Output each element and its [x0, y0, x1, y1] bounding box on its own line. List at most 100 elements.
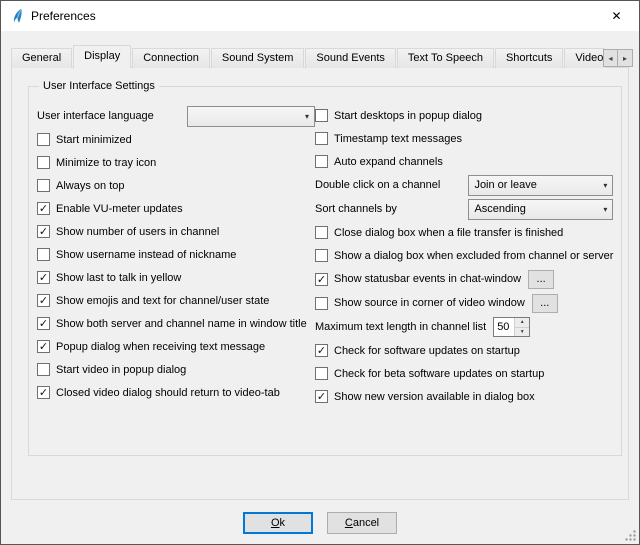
right-bottom-checkbox-list: ✓ Check for software updates on startup Ch… [315, 339, 613, 408]
right-mid-checkbox-list: Close dialog box when a file transfer is… [315, 221, 613, 267]
tab-scroll-right-button[interactable]: ▸ [618, 49, 633, 67]
tab-video[interactable]: Video [564, 48, 605, 68]
checkbox-label: Show a dialog box when excluded from cha… [334, 250, 613, 262]
statusbar-events-row: ✓ Show statusbar events in chat-window .… [315, 267, 613, 291]
close-button[interactable]: ✕ [594, 1, 639, 31]
checkbox-row-start-desktops-in-popup-dialog[interactable]: Start desktops in popup dialog [315, 104, 613, 127]
checked-checkbox[interactable]: ✓ [37, 225, 50, 238]
checkbox-row-check-for-beta-software-updates-on-startup[interactable]: Check for beta software updates on start… [315, 362, 613, 385]
user-interface-settings-group: User Interface Settings User interface l… [28, 80, 622, 456]
video-source-row: Show source in corner of video window ..… [315, 291, 613, 315]
tab-bar: GeneralDisplayConnectionSound SystemSoun… [11, 45, 605, 68]
chevron-down-icon: ▾ [305, 112, 309, 121]
checkbox-row-popup-dialog-when-receiving-text-message[interactable]: ✓Popup dialog when receiving text messag… [37, 335, 315, 358]
checkbox-row-show-username-instead-of-nickname[interactable]: Show username instead of nickname [37, 243, 315, 266]
checkbox-row-show-emojis-and-text-for-channel-user-state[interactable]: ✓Show emojis and text for channel/user s… [37, 289, 315, 312]
double-click-select[interactable]: Join or leave ▾ [468, 175, 613, 196]
checkbox-label: Close dialog box when a file transfer is… [334, 227, 563, 239]
sort-channels-select[interactable]: Ascending ▾ [468, 199, 613, 220]
app-icon [9, 8, 25, 24]
tab-display[interactable]: Display [73, 45, 131, 68]
unchecked-checkbox[interactable] [315, 132, 328, 145]
checkbox-row-minimize-to-tray-icon[interactable]: Minimize to tray icon [37, 151, 315, 174]
tab-shortcuts[interactable]: Shortcuts [495, 48, 563, 68]
display-tab-page: User Interface Settings User interface l… [11, 67, 629, 500]
tab-scroll-control: ◂ ▸ [603, 49, 633, 67]
cancel-button[interactable]: Cancel [327, 512, 397, 534]
double-click-row: Double click on a channel Join or leave … [315, 173, 613, 197]
checked-checkbox[interactable]: ✓ [37, 340, 50, 353]
checked-checkbox[interactable]: ✓ [37, 386, 50, 399]
window-title: Preferences [31, 9, 96, 23]
checkbox-row-show-last-to-talk-in-yellow[interactable]: ✓ Show last to talk in yellow [37, 266, 315, 289]
checked-checkbox[interactable]: ✓ [37, 294, 50, 307]
language-label: User interface language [37, 110, 187, 122]
tab-connection[interactable]: Connection [132, 48, 210, 68]
statusbar-events-label: Show statusbar events in chat-window [334, 273, 521, 285]
checkbox-row-auto-expand-channels[interactable]: Auto expand channels [315, 150, 613, 173]
unchecked-checkbox[interactable] [37, 248, 50, 261]
checked-checkbox[interactable]: ✓ [315, 390, 328, 403]
tab-sound-events[interactable]: Sound Events [305, 48, 396, 68]
video-source-config-button[interactable]: ... [532, 294, 558, 313]
tab-text-to-speech[interactable]: Text To Speech [397, 48, 494, 68]
language-select[interactable]: ▾ [187, 106, 315, 127]
tab-sound-system[interactable]: Sound System [211, 48, 305, 68]
checkbox-label: Show username instead of nickname [56, 249, 236, 261]
language-row: User interface language ▾ [37, 104, 315, 128]
checkbox-row-closed-video-dialog-should-return-to-video-tab[interactable]: ✓ Closed video dialog should return to vi… [37, 381, 315, 404]
group-title: User Interface Settings [39, 80, 159, 92]
statusbar-events-config-button[interactable]: ... [528, 270, 554, 289]
checked-checkbox[interactable]: ✓ [315, 344, 328, 357]
right-column: Start desktops in popup dialog Timestamp … [315, 104, 613, 408]
unchecked-checkbox[interactable] [315, 367, 328, 380]
checkbox-row-start-video-in-popup-dialog[interactable]: Start video in popup dialog [37, 358, 315, 381]
checkbox-row-show-both-server-and-channel-name-in-window-title[interactable]: ✓ Show both server and channel name in wi… [37, 312, 315, 335]
max-text-length-label: Maximum text length in channel list [315, 321, 486, 333]
max-text-length-value: 50 [494, 318, 514, 336]
left-column: User interface language ▾ Start minimize… [37, 104, 315, 408]
checkbox-label: Timestamp text messages [334, 133, 462, 145]
checkbox-row-check-for-software-updates-on-startup[interactable]: ✓ Check for software updates on startup [315, 339, 613, 362]
checkbox-row-timestamp-text-messages[interactable]: Timestamp text messages [315, 127, 613, 150]
checkbox-label: Show both server and channel name in win… [56, 318, 307, 330]
double-click-label: Double click on a channel [315, 179, 468, 191]
spin-down-icon[interactable]: ▼ [515, 328, 529, 337]
resize-grip[interactable] [624, 529, 637, 542]
chevron-down-icon: ▾ [603, 181, 607, 190]
video-source-checkbox[interactable] [315, 297, 328, 310]
unchecked-checkbox[interactable] [37, 156, 50, 169]
left-checkbox-list: Start minimizedMinimize to tray iconAlwa… [37, 128, 315, 404]
unchecked-checkbox[interactable] [315, 249, 328, 262]
checked-checkbox[interactable]: ✓ [37, 271, 50, 284]
right-top-checkbox-list: Start desktops in popup dialog Timestamp … [315, 104, 613, 173]
unchecked-checkbox[interactable] [37, 133, 50, 146]
checkbox-label: Show last to talk in yellow [56, 272, 181, 284]
title-bar[interactable]: Preferences ✕ [1, 1, 639, 31]
unchecked-checkbox[interactable] [315, 109, 328, 122]
chevron-down-icon: ▾ [603, 205, 607, 214]
statusbar-events-checkbox[interactable]: ✓ [315, 273, 328, 286]
checked-checkbox[interactable]: ✓ [37, 202, 50, 215]
checkbox-row-show-a-dialog-box-when-excluded-from-channel-or-server[interactable]: Show a dialog box when excluded from cha… [315, 244, 613, 267]
unchecked-checkbox[interactable] [37, 179, 50, 192]
tab-scroll-left-button[interactable]: ◂ [603, 49, 618, 67]
max-text-length-spinner[interactable]: 50 ▲ ▼ [493, 317, 530, 337]
checkbox-row-start-minimized[interactable]: Start minimized [37, 128, 315, 151]
checkbox-row-show-number-of-users-in-channel[interactable]: ✓Show number of users in channel [37, 220, 315, 243]
checkbox-row-show-new-version-available-in-dialog-box[interactable]: ✓Show new version available in dialog bo… [315, 385, 613, 408]
checkbox-row-always-on-top[interactable]: Always on top [37, 174, 315, 197]
tab-general[interactable]: General [11, 48, 72, 68]
checked-checkbox[interactable]: ✓ [37, 317, 50, 330]
unchecked-checkbox[interactable] [315, 155, 328, 168]
checkbox-row-close-dialog-box-when-a-file-transfer-is-finished[interactable]: Close dialog box when a file transfer is… [315, 221, 613, 244]
ok-button[interactable]: Ok [243, 512, 313, 534]
spin-up-icon[interactable]: ▲ [515, 318, 529, 328]
checkbox-label: Start desktops in popup dialog [334, 110, 482, 122]
checkbox-label: Closed video dialog should return to vid… [56, 387, 280, 399]
checkbox-row-enable-vu-meter-updates[interactable]: ✓Enable VU-meter updates [37, 197, 315, 220]
video-source-label: Show source in corner of video window [334, 297, 525, 309]
unchecked-checkbox[interactable] [37, 363, 50, 376]
checkbox-label: Check for software updates on startup [334, 345, 520, 357]
unchecked-checkbox[interactable] [315, 226, 328, 239]
